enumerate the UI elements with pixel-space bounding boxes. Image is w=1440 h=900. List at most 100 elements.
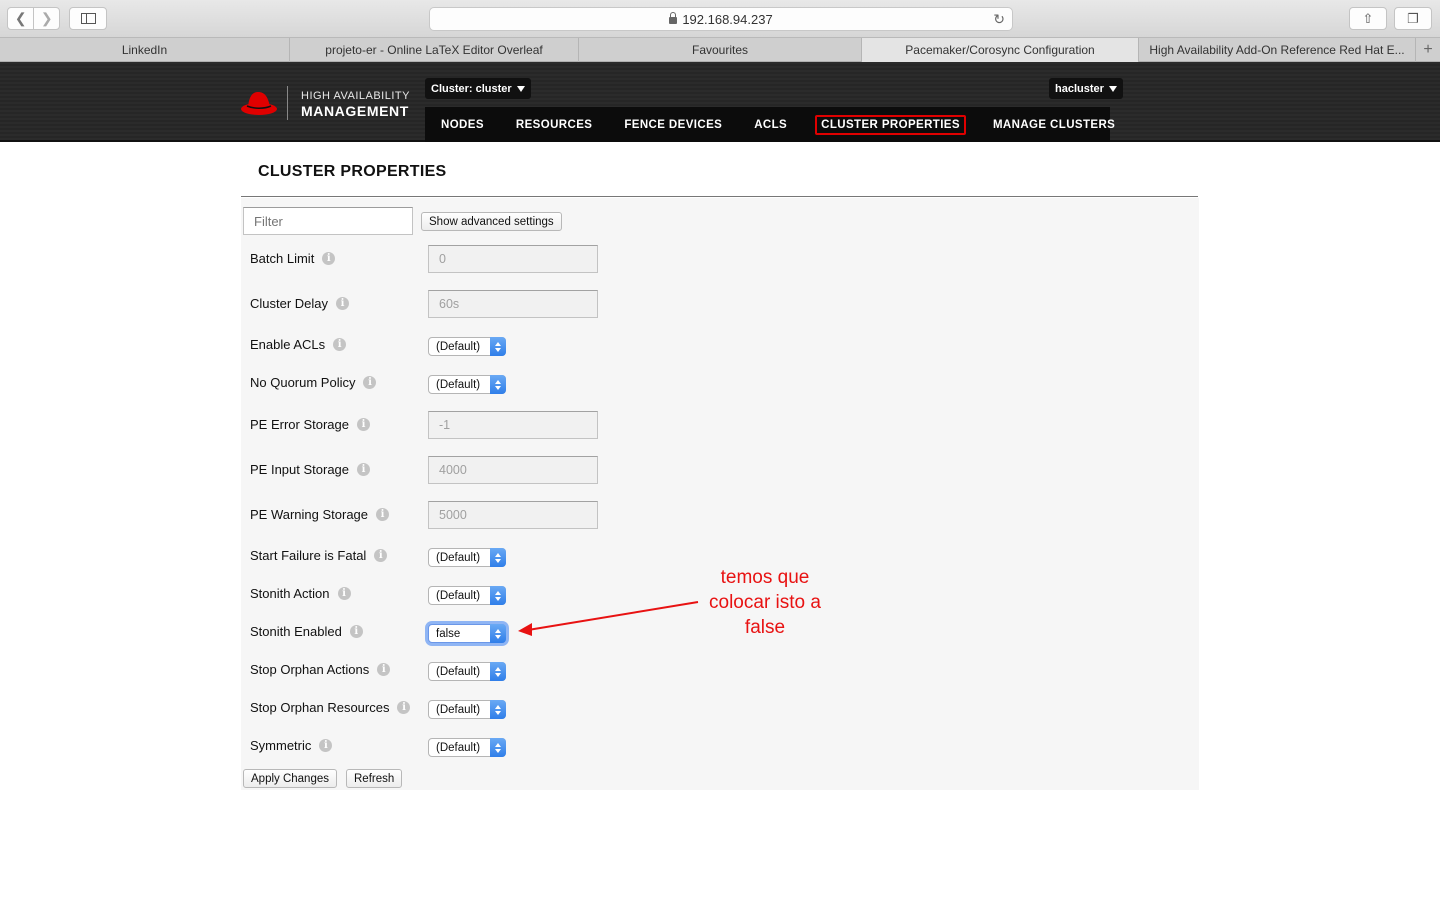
forward-button[interactable]: ❯ bbox=[33, 8, 59, 29]
select-value: (Default) bbox=[436, 340, 481, 353]
tab-overview-button[interactable]: ❐ bbox=[1394, 7, 1432, 30]
info-icon[interactable]: i bbox=[337, 587, 351, 600]
url-text: 192.168.94.237 bbox=[682, 11, 773, 27]
pe-input-storage-input[interactable]: 4000 bbox=[428, 456, 598, 484]
annotation-line-1: temos que bbox=[720, 567, 810, 588]
property-label-text: PE Input Storage bbox=[250, 462, 350, 477]
chevron-left-icon: ❮ bbox=[14, 10, 27, 26]
property-label-text: Start Failure is Fatal bbox=[250, 548, 367, 563]
main-nav: NODES RESOURCES FENCE DEVICES ACLS CLUST… bbox=[425, 107, 1115, 142]
property-label-text: Stonith Action bbox=[250, 586, 330, 601]
filter-input[interactable] bbox=[243, 207, 413, 235]
no-quorum-policy-select[interactable]: (Default) bbox=[428, 375, 506, 394]
select-arrows-icon bbox=[490, 548, 506, 567]
caret-down-icon bbox=[516, 85, 525, 92]
property-label-text: Enable ACLs bbox=[250, 337, 326, 352]
property-label-text: No Quorum Policy bbox=[250, 375, 356, 390]
select-arrows-icon bbox=[490, 337, 506, 356]
info-icon[interactable]: i bbox=[349, 625, 363, 638]
cluster-delay-input[interactable]: 60s bbox=[428, 290, 598, 318]
select-arrows-icon bbox=[490, 586, 506, 605]
chevron-right-icon: ❯ bbox=[40, 10, 53, 26]
info-icon[interactable]: i bbox=[397, 701, 411, 714]
annotation-note: temos que colocar isto a false bbox=[690, 565, 840, 640]
info-icon[interactable]: i bbox=[319, 739, 333, 752]
apply-changes-button[interactable]: Apply Changes bbox=[243, 769, 337, 788]
sidebar-toggle-button[interactable] bbox=[69, 7, 107, 30]
refresh-button[interactable]: Refresh bbox=[346, 769, 403, 788]
annotation-arrow-icon bbox=[518, 601, 699, 636]
pe-warning-storage-input[interactable]: 5000 bbox=[428, 501, 598, 529]
stop-orphan-resources-select[interactable]: (Default) bbox=[428, 700, 506, 719]
property-label-enable-acls: Enable ACLs i bbox=[250, 337, 347, 352]
title-divider bbox=[241, 196, 1198, 197]
select-arrows-icon bbox=[490, 738, 506, 757]
nav-acls[interactable]: ACLS bbox=[738, 119, 803, 131]
symmetric-select[interactable]: (Default) bbox=[428, 738, 506, 757]
select-value: (Default) bbox=[436, 589, 481, 602]
property-label-pe-warning-storage: PE Warning Storage i bbox=[250, 507, 390, 522]
info-icon[interactable]: i bbox=[357, 463, 371, 476]
property-label-text: Stop Orphan Resources bbox=[250, 700, 390, 715]
lock-icon bbox=[669, 11, 678, 24]
pe-error-storage-input[interactable]: -1 bbox=[428, 411, 598, 439]
select-value: (Default) bbox=[436, 665, 481, 678]
select-arrows-icon bbox=[490, 700, 506, 719]
stop-orphan-actions-select[interactable]: (Default) bbox=[428, 662, 506, 681]
property-label-batch-limit: Batch Limit i bbox=[250, 251, 336, 266]
info-icon[interactable]: i bbox=[333, 338, 347, 351]
property-label-text: Cluster Delay bbox=[250, 296, 329, 311]
redhat-logo-icon bbox=[241, 92, 277, 115]
tab-overleaf[interactable]: projeto-er - Online LaTeX Editor Overlea… bbox=[290, 38, 579, 62]
nav-nodes[interactable]: NODES bbox=[425, 119, 500, 131]
nav-fence-devices[interactable]: FENCE DEVICES bbox=[608, 119, 738, 131]
info-icon[interactable]: i bbox=[374, 549, 388, 562]
back-button[interactable]: ❮ bbox=[8, 8, 33, 29]
tab-redhat-reference[interactable]: High Availability Add-On Reference Red H… bbox=[1139, 38, 1416, 62]
info-icon[interactable]: i bbox=[322, 252, 336, 265]
property-label-stop-orphan-actions: Stop Orphan Actions i bbox=[250, 662, 391, 677]
annotation-line-2: colocar isto a bbox=[709, 592, 821, 613]
nav-resources[interactable]: RESOURCES bbox=[500, 119, 608, 131]
show-advanced-settings-button[interactable]: Show advanced settings bbox=[421, 212, 562, 231]
property-label-start-failure-is-fatal: Start Failure is Fatal i bbox=[250, 548, 388, 563]
info-icon[interactable]: i bbox=[336, 297, 350, 310]
tab-linkedin[interactable]: LinkedIn bbox=[0, 38, 290, 62]
enable-acls-select[interactable]: (Default) bbox=[428, 337, 506, 356]
select-value: (Default) bbox=[436, 551, 481, 564]
nav-cluster-properties[interactable]: CLUSTER PROPERTIES bbox=[815, 114, 966, 135]
info-icon[interactable]: i bbox=[363, 376, 377, 389]
property-label-pe-input-storage: PE Input Storage i bbox=[250, 462, 371, 477]
tab-overview-icon: ❐ bbox=[1407, 10, 1419, 26]
property-label-text: Symmetric bbox=[250, 738, 312, 753]
share-button[interactable]: ⇧ bbox=[1349, 7, 1387, 30]
nav-manage-clusters[interactable]: MANAGE CLUSTERS bbox=[977, 119, 1131, 131]
info-icon[interactable]: i bbox=[377, 663, 391, 676]
property-label-text: Stonith Enabled bbox=[250, 624, 342, 639]
user-dropdown-label: hacluster bbox=[1055, 82, 1104, 95]
info-icon[interactable]: i bbox=[357, 418, 370, 431]
tab-favourites[interactable]: Favourites bbox=[579, 38, 862, 62]
stonith-action-select[interactable]: (Default) bbox=[428, 586, 506, 605]
tab-label: High Availability Add-On Reference Red H… bbox=[1149, 43, 1405, 57]
cluster-dropdown[interactable]: Cluster: cluster bbox=[425, 78, 531, 99]
address-bar[interactable]: 192.168.94.237 ↻ bbox=[429, 7, 1013, 31]
tab-pacemaker[interactable]: Pacemaker/Corosync Configuration bbox=[862, 38, 1139, 62]
reload-icon[interactable]: ↻ bbox=[993, 11, 1005, 28]
start-failure-is-fatal-select[interactable]: (Default) bbox=[428, 548, 506, 567]
share-icon: ⇧ bbox=[1362, 10, 1374, 26]
stonith-enabled-select[interactable]: false bbox=[428, 624, 506, 643]
tab-label: Favourites bbox=[691, 43, 749, 57]
select-value: (Default) bbox=[436, 741, 481, 754]
new-tab-button[interactable]: + bbox=[1416, 38, 1440, 62]
property-label-stonith-enabled: Stonith Enabled i bbox=[250, 624, 363, 639]
logo-divider bbox=[287, 86, 288, 120]
brand-subtitle: HIGH AVAILABILITY bbox=[301, 90, 410, 102]
sidebar-icon bbox=[80, 13, 96, 24]
info-icon[interactable]: i bbox=[376, 508, 390, 521]
select-arrows-icon bbox=[490, 375, 506, 394]
property-label-stop-orphan-resources: Stop Orphan Resources i bbox=[250, 700, 411, 715]
property-label-stonith-action: Stonith Action i bbox=[250, 586, 351, 601]
batch-limit-input[interactable]: 0 bbox=[428, 245, 598, 273]
user-dropdown[interactable]: hacluster bbox=[1049, 78, 1123, 99]
